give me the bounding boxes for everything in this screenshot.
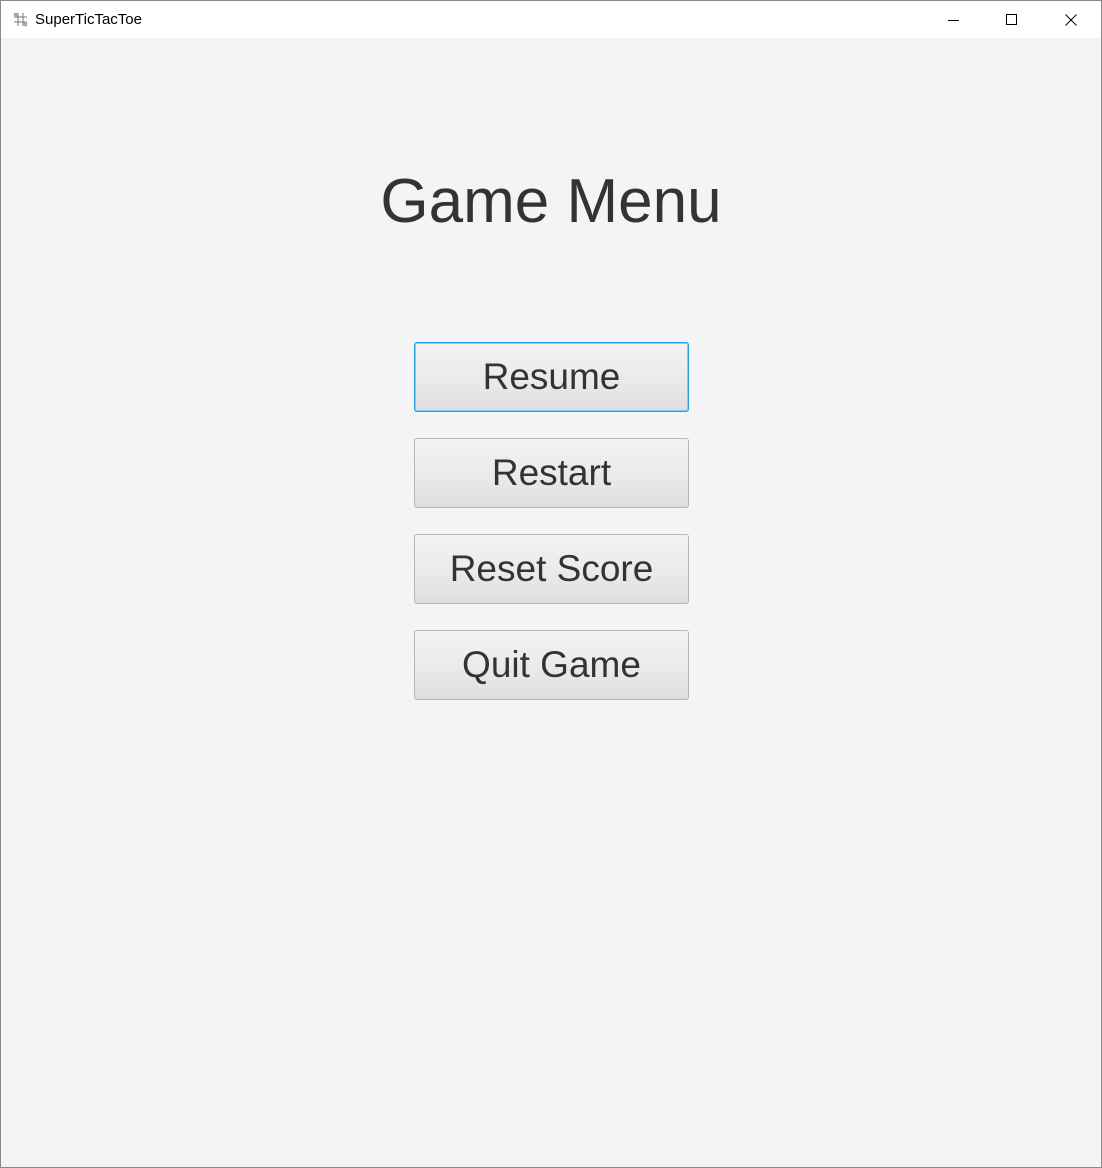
maximize-button[interactable] (983, 1, 1041, 38)
page-title: Game Menu (380, 167, 722, 236)
quit-game-button[interactable]: Quit Game (414, 630, 689, 700)
restart-button[interactable]: Restart (414, 438, 689, 508)
window-title: SuperTicTacToe (35, 11, 142, 28)
app-icon (13, 12, 28, 27)
close-icon (1065, 13, 1077, 26)
minimize-button[interactable] (925, 1, 983, 38)
maximize-icon (1006, 13, 1017, 25)
minimize-icon (948, 19, 959, 21)
app-window: SuperTicTacToe Game Menu Resume Restart … (0, 0, 1102, 1168)
close-button[interactable] (1042, 1, 1100, 38)
title-bar[interactable]: SuperTicTacToe (1, 1, 1101, 38)
game-menu-panel: Game Menu Resume Restart Reset Score Qui… (1, 38, 1101, 1167)
resume-button[interactable]: Resume (414, 342, 689, 412)
reset-score-button[interactable]: Reset Score (414, 534, 689, 604)
